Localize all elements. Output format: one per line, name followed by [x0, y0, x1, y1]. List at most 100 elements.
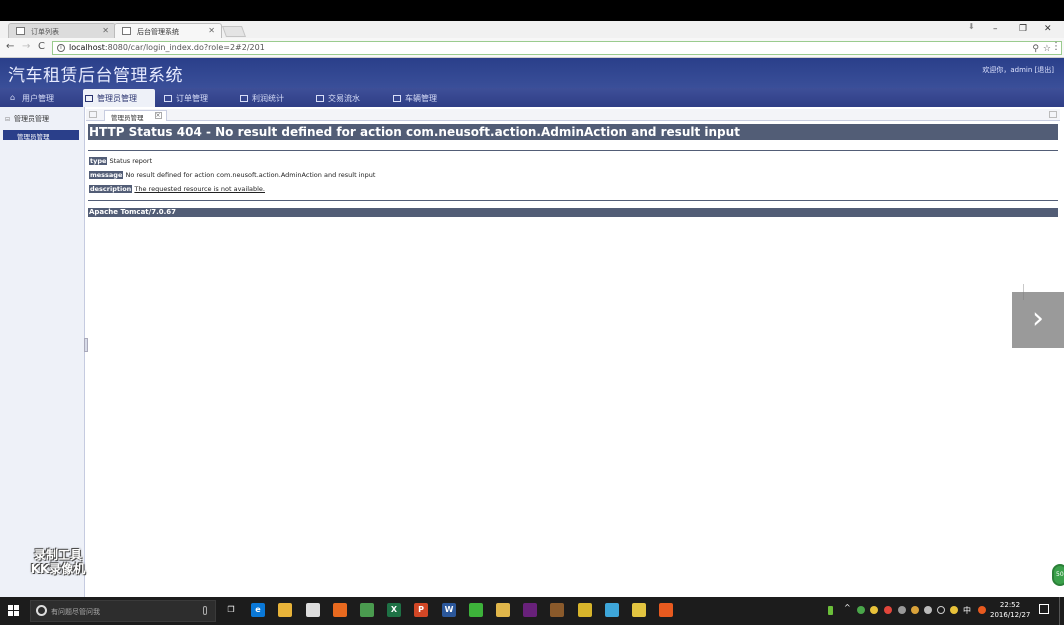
visual-studio-icon[interactable] — [523, 603, 537, 617]
word-icon[interactable]: W — [442, 603, 456, 617]
microphone-icon[interactable] — [203, 606, 207, 615]
nav-vehicle-management[interactable]: 车辆管理 — [391, 91, 443, 107]
home-icon: ⌂ — [10, 93, 16, 102]
nav-transactions[interactable]: 交易流水 — [314, 91, 366, 107]
firefox-icon[interactable] — [333, 603, 347, 617]
url-host: localhost — [69, 43, 105, 52]
tray-app-icon[interactable] — [978, 606, 986, 614]
content-tab-admin[interactable]: 管理员管理 × — [104, 110, 167, 122]
sidebar: ⊟ 管理员管理 管理员管理 录制工具 KK录像机 — [0, 107, 85, 597]
tab-close-icon[interactable]: ✕ — [102, 26, 109, 35]
screen-recorder-icon[interactable] — [550, 603, 564, 617]
scroll-right-icon[interactable] — [1049, 111, 1057, 118]
store-icon[interactable] — [306, 603, 320, 617]
wechat-tray-icon[interactable] — [857, 606, 865, 614]
error-heading: HTTP Status 404 - No result defined for … — [88, 124, 1058, 140]
bookmark-star-icon[interactable]: ☆ — [1043, 44, 1051, 54]
task-view-icon[interactable]: ❐ — [224, 603, 238, 617]
welcome-logout[interactable]: 欢迎你，admin [退出] — [982, 65, 1054, 75]
user-profile-icon[interactable]: ⬇ — [968, 22, 975, 31]
tray-app-icon[interactable] — [870, 606, 878, 614]
divider — [88, 200, 1058, 201]
server-footer: Apache Tomcat/7.0.67 — [88, 208, 1058, 217]
nav-label: 车辆管理 — [405, 94, 437, 103]
system-clock[interactable]: 22:52 2016/12/27 — [990, 600, 1030, 620]
edge-icon[interactable]: e — [251, 603, 265, 617]
admin-icon — [85, 95, 93, 102]
floating-badge[interactable]: 50 — [1052, 564, 1064, 586]
volume-icon[interactable] — [937, 606, 945, 614]
error-description-value: The requested resource is not available. — [134, 185, 265, 193]
qq-app-icon[interactable] — [659, 603, 673, 617]
sidebar-item-admin[interactable]: 管理员管理 — [3, 130, 79, 141]
browser-tab-order-list[interactable]: 订单列表 ✕ — [8, 23, 116, 38]
tray-app-icon[interactable] — [950, 606, 958, 614]
archive-app-icon[interactable] — [632, 603, 646, 617]
nav-user-management[interactable]: ⌂ 用户管理 — [8, 91, 60, 107]
error-type-value: Status report — [109, 157, 153, 165]
notes-app-icon[interactable] — [605, 603, 619, 617]
app-title: 汽车租赁后台管理系统 — [8, 66, 183, 86]
next-slide-button[interactable]: › — [1012, 292, 1064, 348]
nav-label: 用户管理 — [22, 94, 54, 103]
excel-icon[interactable]: X — [387, 603, 401, 617]
nav-admin-management[interactable]: 管理员管理 — [83, 89, 155, 107]
error-page: HTTP Status 404 - No result defined for … — [88, 124, 1058, 594]
battery-icon[interactable] — [828, 606, 833, 615]
action-center-icon[interactable] — [1039, 604, 1049, 614]
cortana-search-box[interactable]: 有问题尽管问我 — [30, 600, 216, 622]
web-app: 汽车租赁后台管理系统 欢迎你，admin [退出] ⌂ 用户管理 管理员管理 订… — [0, 58, 1064, 597]
show-desktop-button[interactable] — [1059, 597, 1060, 625]
back-button[interactable]: ← — [6, 41, 14, 52]
error-message-label: message — [89, 171, 124, 179]
error-description-label: description — [89, 185, 133, 193]
browser-tab-admin-system[interactable]: 后台管理系统 ✕ — [114, 23, 222, 38]
content-tab-strip: 管理员管理 × — [86, 109, 1060, 122]
sidebar-item-label: 管理员管理 — [17, 133, 50, 141]
tray-app-icon[interactable] — [924, 606, 932, 614]
forward-button[interactable]: → — [22, 41, 30, 52]
content-tab-label: 管理员管理 — [111, 114, 144, 122]
photo-app-icon[interactable] — [496, 603, 510, 617]
browser-toolbar: ← → C i localhost:8080/car/login_index.d… — [0, 38, 1064, 58]
restore-button[interactable]: ❐ — [1019, 24, 1027, 34]
powerpoint-icon[interactable]: P — [414, 603, 428, 617]
reload-button[interactable]: C — [38, 41, 45, 52]
translate-icon[interactable]: ⚲ — [1032, 44, 1039, 54]
wechat-icon[interactable] — [469, 603, 483, 617]
browser-yellow-icon[interactable] — [578, 603, 592, 617]
order-icon — [164, 95, 172, 102]
error-type-row: type Status report — [89, 154, 1058, 168]
main-nav: ⌂ 用户管理 管理员管理 订单管理 利润统计 交易流水 车辆管理 — [0, 88, 1064, 107]
network-icon[interactable] — [898, 606, 906, 614]
new-tab-button[interactable] — [221, 26, 247, 37]
clock-date: 2016/12/27 — [990, 611, 1031, 619]
tray-app-icon[interactable] — [911, 606, 919, 614]
nav-order-management[interactable]: 订单管理 — [162, 91, 214, 107]
start-tile — [8, 605, 13, 610]
tab-close-icon[interactable]: ✕ — [208, 26, 215, 35]
nav-label: 管理员管理 — [97, 94, 137, 103]
page-favicon-icon — [16, 27, 25, 35]
close-window-button[interactable]: ✕ — [1044, 24, 1052, 34]
close-icon[interactable]: × — [154, 112, 162, 119]
file-explorer-icon[interactable] — [278, 603, 292, 617]
url-path: :8080/car/login_index.do?role=2#2/201 — [104, 43, 265, 52]
nav-label: 利润统计 — [252, 94, 284, 103]
scroll-left-icon[interactable] — [89, 111, 97, 118]
minimize-button[interactable]: – — [993, 24, 998, 34]
nav-profit-stats[interactable]: 利润统计 — [238, 91, 290, 107]
chrome-icon[interactable] — [360, 603, 374, 617]
ime-indicator[interactable]: 中 — [963, 605, 971, 616]
address-bar[interactable]: i localhost:8080/car/login_index.do?role… — [52, 41, 1062, 55]
windows-start-icon[interactable] — [8, 605, 20, 617]
tray-app-icon[interactable] — [884, 606, 892, 614]
error-type-label: type — [89, 157, 108, 165]
clock-time: 22:52 — [999, 601, 1021, 609]
sidebar-heading[interactable]: ⊟ 管理员管理 — [0, 114, 85, 126]
error-description-row: description The requested resource is no… — [89, 182, 1058, 196]
site-info-icon[interactable]: i — [57, 44, 65, 52]
chrome-menu-icon[interactable]: ⋮ — [1051, 41, 1061, 52]
tray-expand-icon[interactable]: ^ — [844, 603, 852, 612]
search-placeholder: 有问题尽管问我 — [51, 608, 100, 616]
